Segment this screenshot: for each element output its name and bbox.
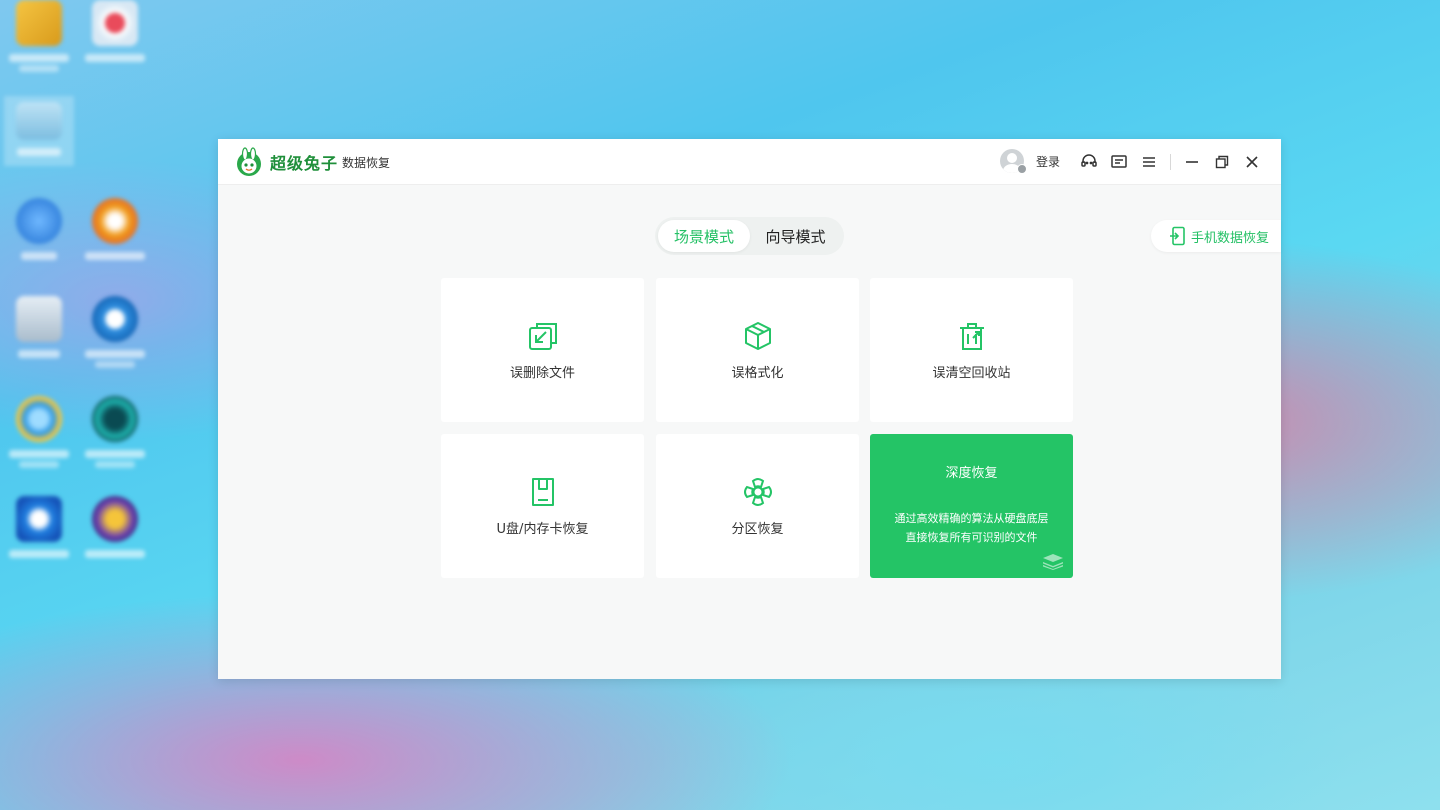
card-label: 分区恢复 [731,522,784,537]
message-icon[interactable] [1109,152,1129,172]
deep-recovery-title: 深度恢复 [945,466,998,481]
desktop-icon-player[interactable] [80,198,150,278]
card-label: 误删除文件 [509,366,575,381]
login-link[interactable]: 登录 [1036,153,1060,170]
vip-badge-icon [1016,163,1027,174]
desktop-icon-recycle-bin[interactable] [4,296,74,376]
layers-icon [1043,554,1063,570]
phone-transfer-icon [1170,226,1185,246]
rabbit-logo-icon [237,146,261,176]
desktop-icon-app[interactable] [80,0,150,80]
desktop-icon-computer[interactable] [4,96,74,166]
partition-icon [741,475,775,509]
deep-recovery-description: 通过高效精确的算法从硬盘底层 直接恢复所有可识别的文件 [879,509,1065,547]
desktop-icon-network[interactable] [4,198,74,278]
phone-recovery-label: 手机数据恢复 [1191,230,1270,246]
card-usb-sd[interactable]: U盘/内存卡恢复 [441,434,644,578]
restore-icon[interactable] [1212,152,1232,172]
cube-icon [741,319,775,353]
desktop-icon-folder[interactable] [4,0,74,80]
sd-card-icon [526,475,560,509]
card-label: 误格式化 [731,366,784,381]
app-logo: 超级兔子 数据恢复 [234,146,391,177]
desktop-icons [0,0,160,600]
deep-desc-line-1: 通过高效精确的算法从硬盘底层 [894,512,1049,525]
deep-desc-line-2: 直接恢复所有可识别的文件 [905,531,1038,544]
minimize-icon[interactable] [1182,152,1202,172]
title-actions: 登录 [999,148,1267,175]
desktop-icon-edge[interactable] [80,296,150,376]
card-label: 误清空回收站 [932,366,1011,381]
app-window: 超级兔子 数据恢复 登录 场景模式 向导模式 手机数据恢复 误删除文件 误格式化… [218,139,1281,679]
support-icon[interactable] [1079,152,1099,172]
card-label: U盘/内存卡恢复 [496,522,589,537]
desktop-icon-game[interactable] [80,496,150,576]
card-partition[interactable]: 分区恢复 [656,434,859,578]
card-formatted[interactable]: 误格式化 [656,278,859,422]
desktop-icon-ie[interactable] [4,396,74,476]
recycle-bin-icon [955,319,989,353]
title-bar: 超级兔子 数据恢复 登录 [218,139,1281,185]
avatar[interactable] [999,148,1028,175]
title-divider [1170,153,1171,170]
mode-toggle: 场景模式 向导模式 [655,217,844,255]
menu-icon[interactable] [1139,152,1159,172]
card-recycle-bin[interactable]: 误清空回收站 [870,278,1073,422]
tab-scene-mode[interactable]: 场景模式 [658,220,750,252]
phone-recovery-button[interactable]: 手机数据恢复 [1151,220,1281,252]
card-deleted-files[interactable]: 误删除文件 [441,278,644,422]
brand-subtitle: 数据恢复 [342,156,391,170]
desktop-icon-settings[interactable] [4,496,74,576]
card-deep-recovery[interactable]: 深度恢复 通过高效精确的算法从硬盘底层 直接恢复所有可识别的文件 [870,434,1073,578]
desktop-icon-tool[interactable] [80,396,150,476]
close-icon[interactable] [1242,152,1262,172]
tab-wizard-mode[interactable]: 向导模式 [750,220,841,252]
brand-name: 超级兔子 [270,153,339,173]
file-recover-icon [526,319,560,353]
